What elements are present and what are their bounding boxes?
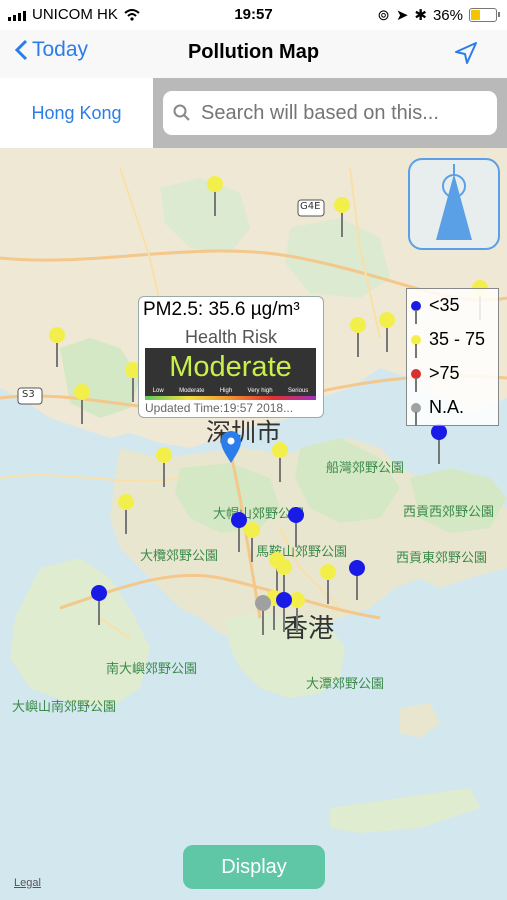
scale-moderate: Moderate [179,388,205,394]
scale-serious: Serious [287,388,309,394]
navigation-arrow-icon [455,42,477,64]
legend-label: >75 [429,363,460,383]
legal-link[interactable]: Legal [14,877,41,889]
park-label-saikung: 船灣郊野公園 [326,461,405,476]
park-label-tailam: 大欖郊野公園 [140,549,219,564]
search-icon [173,104,190,121]
highway-s3-label: S3 [22,389,35,400]
location-arrow-icon: ➤ [395,7,409,24]
legend-pin-icon [411,402,421,426]
legend: <35 35 - 75 >75 N.A. [406,288,499,426]
hongkong-label: 香港 [282,614,335,644]
park-label-south-lantau: 南大嶼郊野公園 [106,662,198,677]
battery-level [471,10,480,20]
risk-level-panel: Moderate Low Moderate High Very high Ser… [145,348,316,400]
search-input[interactable] [199,100,493,126]
legend-item-high: >75 [411,363,460,392]
legend-pin-icon [411,300,421,324]
city-selector[interactable]: Hong Kong [0,78,153,148]
locate-button[interactable] [453,40,479,71]
scale-low: Low [152,388,164,394]
park-label-saikung-west: 西貢西郊野公園 [403,505,495,520]
legend-label: 35 - 75 [429,329,486,349]
park-label-lantau: 大嶼山南郊野公園 [12,700,117,715]
scale-high: High [219,388,233,394]
aqi-callout[interactable]: PM2.5: 35.6 µg/m³ Health Risk Moderate L… [138,296,324,418]
legend-item-moderate: 35 - 75 [411,329,486,358]
pm25-value: PM2.5: 35.6 µg/m³ [143,299,300,320]
park-label-taitam: 大潭郊野公園 [306,677,385,692]
battery-percent: 36% [432,6,463,24]
pollution-map[interactable]: G4E S3 深圳市 香港 大帽山郊野公園 大欖郊野公園 馬鞍山郊野公園 船灣郊… [0,148,507,900]
search-bar[interactable] [163,91,497,135]
legend-pin-icon [411,368,421,392]
display-button[interactable]: Display [183,845,325,889]
highway-g4e-label: G4E [300,201,321,212]
risk-level-text: Moderate [169,351,292,383]
battery-icon [469,8,500,22]
status-bar: UNICOM HK 19:57 ⊚ ➤ ✱ 36% [0,0,507,30]
navigation-bar: Today Pollution Map [0,30,507,78]
park-label-saikung-east: 西貢東郊野公園 [396,551,488,566]
legend-label: <35 [429,295,460,315]
legend-pin-icon [411,334,421,358]
selected-location-marker[interactable] [220,430,242,464]
page-title: Pollution Map [187,41,320,63]
compass-icon [436,164,472,240]
risk-gradient-bar [145,396,316,400]
legend-label: N.A. [429,397,465,417]
risk-scale: Low Moderate High Very high Serious [145,388,316,394]
rotation-lock-icon: ⊚ [377,7,390,24]
bluetooth-icon: ✱ [414,7,427,24]
shenzhen-label: 深圳市 [206,418,282,447]
updated-time: Updated Time:19:57 2018... [145,401,294,415]
legend-item-na: N.A. [411,397,465,426]
compass-button[interactable] [408,158,500,250]
legend-item-low: <35 [411,295,460,324]
scale-very-high: Very high [247,388,273,394]
health-risk-label: Health Risk [184,327,278,347]
status-right: ⊚ ➤ ✱ 36% [377,6,500,24]
search-row: Hong Kong [0,78,507,148]
